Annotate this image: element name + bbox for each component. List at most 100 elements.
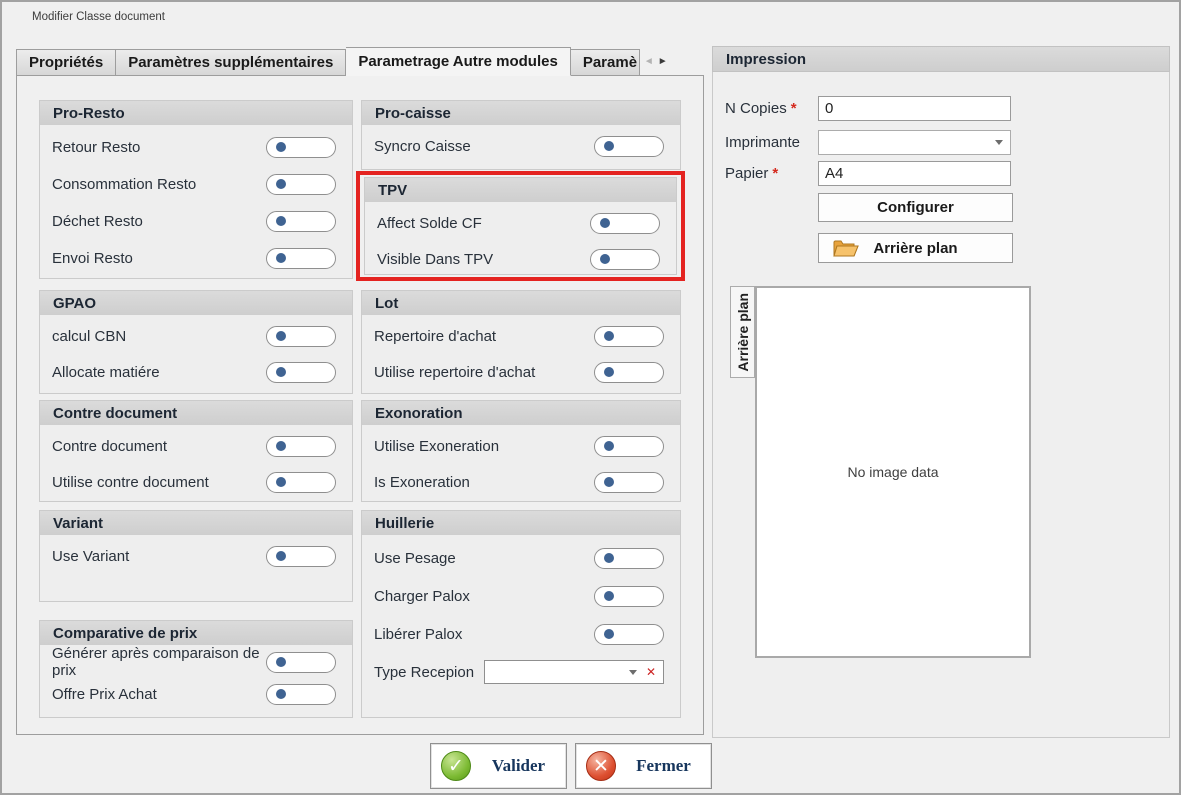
- option-row: Use Pesage: [362, 543, 680, 573]
- utilise-exoneration-toggle[interactable]: [594, 436, 664, 457]
- option-label-syncro-caisse: Syncro Caisse: [374, 138, 471, 155]
- is-exoneration-toggle[interactable]: [594, 472, 664, 493]
- group-comparative-de-prix: Comparative de prix Générer après compara…: [39, 620, 353, 718]
- option-row: calcul CBN: [40, 321, 352, 351]
- type-recepion-combobox[interactable]: ✕: [484, 660, 664, 684]
- tab-bar: PropriétésParamètres supplémentairesPara…: [16, 47, 668, 76]
- option-row: Consommation Resto: [40, 169, 352, 199]
- syncro-caisse-toggle[interactable]: [594, 136, 664, 157]
- option-label-g-n-rer-apr-s-comparaison-de-prix: Générer après comparaison de prix: [52, 645, 266, 679]
- contre-document-toggle[interactable]: [266, 436, 336, 457]
- option-label-type-recepion: Type Recepion: [374, 664, 474, 681]
- configurer-button[interactable]: Configurer: [818, 193, 1013, 222]
- group-title: Huillerie: [362, 515, 434, 532]
- option-row: Libérer Palox: [362, 619, 680, 649]
- d-chet-resto-toggle[interactable]: [266, 211, 336, 232]
- option-label-d-chet-resto: Déchet Resto: [52, 213, 143, 230]
- imprimante-combobox[interactable]: [818, 130, 1011, 155]
- toggle-knob: [604, 367, 614, 377]
- toggle-knob: [604, 629, 614, 639]
- impression-field-row: Imprimante: [725, 130, 1159, 156]
- allocate-mati-re-toggle[interactable]: [266, 362, 336, 383]
- group-lot: LotRepertoire d'achatUtilise repertoire …: [361, 290, 681, 394]
- visible-dans-tpv-toggle[interactable]: [590, 249, 660, 270]
- utilise-repertoire-d-achat-toggle[interactable]: [594, 362, 664, 383]
- utilise-contre-document-toggle[interactable]: [266, 472, 336, 493]
- charger-palox-toggle[interactable]: [594, 586, 664, 607]
- papier-input[interactable]: [818, 161, 1011, 186]
- option-row: Allocate matiére: [40, 357, 352, 387]
- option-row: Use Variant: [40, 541, 352, 571]
- offre-prix-achat-toggle[interactable]: [266, 684, 336, 705]
- fermer-button[interactable]: ✕ Fermer: [575, 743, 712, 789]
- fermer-button-label: Fermer: [616, 756, 711, 776]
- toggle-knob: [604, 477, 614, 487]
- impression-header: Impression: [712, 46, 1170, 72]
- field-label-n-copies: N Copies*: [725, 96, 797, 122]
- toggle-knob: [600, 254, 610, 264]
- affect-solde-cf-toggle[interactable]: [590, 213, 660, 234]
- impression-title: Impression: [713, 51, 806, 68]
- check-icon: ✓: [441, 751, 471, 781]
- toggle-knob: [604, 591, 614, 601]
- option-row: Visible Dans TPV: [365, 244, 676, 274]
- calcul-cbn-toggle[interactable]: [266, 326, 336, 347]
- envoi-resto-toggle[interactable]: [266, 248, 336, 269]
- background-image-preview: No image data: [755, 286, 1031, 658]
- lib-rer-palox-toggle[interactable]: [594, 624, 664, 645]
- group-title: Variant: [40, 515, 103, 532]
- use-variant-toggle[interactable]: [266, 546, 336, 567]
- group-gpao: GPAOcalcul CBNAllocate matiére: [39, 290, 353, 394]
- highlight-red-box: TPV Affect Solde CF Visible Dans TPV: [356, 171, 685, 281]
- impression-field-row: Papier*: [725, 161, 1159, 187]
- tab-param-tres-suppl-mentaires[interactable]: Paramètres supplémentaires: [116, 49, 346, 76]
- tab-scroll-arrows: ◄ ►: [644, 57, 668, 67]
- tab-scroll-left-icon[interactable]: ◄: [644, 57, 654, 67]
- group-tpv: TPV Affect Solde CF Visible Dans TPV: [364, 177, 677, 275]
- group-title: TPV: [365, 182, 407, 199]
- option-row: Affect Solde CF: [365, 208, 676, 238]
- tab-param[interactable]: Paramè: [571, 49, 640, 76]
- option-label-use-pesage: Use Pesage: [374, 550, 456, 567]
- clear-icon[interactable]: ✕: [646, 666, 656, 678]
- group-title: Pro-caisse: [362, 105, 451, 122]
- field-label-papier: Papier*: [725, 161, 778, 187]
- close-icon: ✕: [586, 751, 616, 781]
- toggle-knob: [604, 331, 614, 341]
- no-image-text: No image data: [847, 464, 938, 480]
- tab-propri-t-s[interactable]: Propriétés: [16, 49, 116, 76]
- option-label-allocate-mati-re: Allocate matiére: [52, 364, 160, 381]
- g-n-rer-apr-s-comparaison-de-prix-toggle[interactable]: [266, 652, 336, 673]
- toggle-knob: [276, 216, 286, 226]
- repertoire-d-achat-toggle[interactable]: [594, 326, 664, 347]
- option-label-repertoire-d-achat: Repertoire d'achat: [374, 328, 496, 345]
- option-row: Utilise repertoire d'achat: [362, 357, 680, 387]
- n-copies-input[interactable]: [818, 96, 1011, 121]
- option-row: Retour Resto: [40, 132, 352, 162]
- tab-scroll-right-icon[interactable]: ►: [658, 57, 668, 67]
- option-row: Contre document: [40, 431, 352, 461]
- arriere-plan-button[interactable]: Arrière plan: [818, 233, 1013, 263]
- retour-resto-toggle[interactable]: [266, 137, 336, 158]
- option-label-use-variant: Use Variant: [52, 548, 129, 565]
- toggle-knob: [276, 331, 286, 341]
- option-row: Générer après comparaison de prix: [40, 647, 352, 677]
- consommation-resto-toggle[interactable]: [266, 174, 336, 195]
- impression-field-row: N Copies*: [725, 96, 1159, 122]
- use-pesage-toggle[interactable]: [594, 548, 664, 569]
- tab-parametrage-autre-modules[interactable]: Parametrage Autre modules: [346, 47, 571, 76]
- toggle-knob: [604, 141, 614, 151]
- group-title: Exonoration: [362, 405, 463, 422]
- option-row: Charger Palox: [362, 581, 680, 611]
- option-label-retour-resto: Retour Resto: [52, 139, 140, 156]
- toggle-knob: [276, 441, 286, 451]
- valider-button[interactable]: ✓ Valider: [430, 743, 567, 789]
- tab-arriere-plan-vertical[interactable]: Arrière plan: [730, 286, 755, 378]
- group-title: Comparative de prix: [40, 625, 197, 642]
- window-title: Modifier Classe document: [32, 11, 165, 23]
- chevron-down-icon[interactable]: [995, 140, 1003, 145]
- group-exonoration: ExonorationUtilise ExonerationIs Exonera…: [361, 400, 681, 502]
- tab-page-parametrage-autre-modules: Pro-RestoRetour RestoConsommation RestoD…: [16, 75, 704, 735]
- chevron-down-icon[interactable]: [629, 670, 637, 675]
- dialog-modifier-classe-document: Modifier Classe document PropriétésParam…: [0, 0, 1181, 795]
